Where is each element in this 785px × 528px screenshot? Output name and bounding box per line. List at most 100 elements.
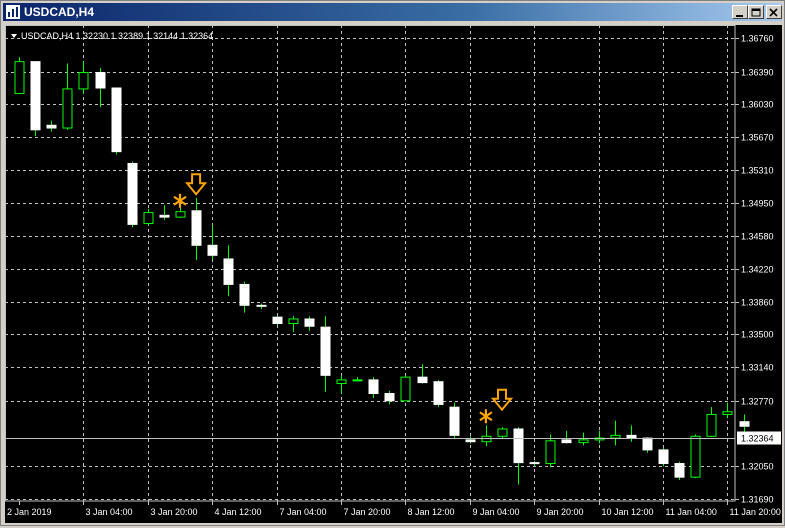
candle-body xyxy=(207,244,218,256)
candle xyxy=(46,120,57,132)
candle xyxy=(400,375,411,402)
candle-body xyxy=(288,318,299,325)
candle xyxy=(336,375,347,394)
candle xyxy=(626,425,637,442)
candle-body xyxy=(336,379,347,385)
candle xyxy=(14,57,25,94)
x-tick-label: 11 Jan 20:00 xyxy=(730,507,781,517)
candle-body xyxy=(62,88,73,129)
candle xyxy=(433,379,444,408)
close-icon xyxy=(769,8,778,17)
candle xyxy=(239,281,250,313)
candle xyxy=(449,402,460,439)
y-tick-label: 1.31690 xyxy=(741,495,774,505)
candle xyxy=(642,437,653,453)
candle xyxy=(288,316,299,332)
candle xyxy=(706,407,717,438)
candle xyxy=(30,61,41,137)
candle xyxy=(722,402,733,419)
candle-body xyxy=(513,428,524,464)
candle-body xyxy=(256,304,267,307)
candle xyxy=(62,63,73,130)
y-tick-label: 1.32050 xyxy=(741,462,774,472)
maximize-button[interactable] xyxy=(748,5,764,19)
y-tick-label: 1.34950 xyxy=(741,199,774,209)
x-tick-label: 11 Jan 04:00 xyxy=(666,507,717,517)
x-tick-label: 9 Jan 20:00 xyxy=(537,507,584,517)
candle-body xyxy=(545,440,556,465)
y-tick-label: 1.35310 xyxy=(741,166,774,176)
x-tick-label: 7 Jan 20:00 xyxy=(344,507,391,517)
candle-body xyxy=(191,210,202,246)
title-bar[interactable]: USDCAD,H4 xyxy=(3,3,782,21)
candle xyxy=(256,303,267,309)
candle xyxy=(674,461,685,480)
candle xyxy=(497,427,508,439)
current-price-label: 1.32364 xyxy=(741,434,774,444)
candle-body xyxy=(352,379,363,382)
candle-body xyxy=(674,463,685,478)
minimize-button[interactable] xyxy=(732,5,748,19)
candle-body xyxy=(159,214,170,218)
candle-body xyxy=(561,439,572,444)
candle-body xyxy=(272,316,283,325)
y-tick-label: 1.36390 xyxy=(741,68,774,78)
candle-body xyxy=(626,434,637,439)
candle-body xyxy=(143,212,154,224)
candle-body xyxy=(384,393,395,402)
candle-body xyxy=(368,379,379,395)
candle xyxy=(191,198,202,260)
y-tick-label: 1.33500 xyxy=(741,330,774,340)
candle xyxy=(658,448,669,467)
down-arrow-icon xyxy=(490,388,514,412)
chart-area[interactable]: 1.36760 1.36390 1.36030 1.35670 1.35310 1.349… xyxy=(5,25,782,523)
minimize-icon xyxy=(736,15,743,17)
candle xyxy=(78,61,89,94)
chart-window: USDCAD,H4 1.36760 1.36390 1.36030 1.35670 1.… xyxy=(0,0,785,526)
candle-body xyxy=(739,421,750,427)
x-tick-label: 10 Jan 12:00 xyxy=(602,507,654,517)
candle xyxy=(159,205,170,220)
maximize-icon xyxy=(751,8,761,17)
chart-header-text: USDCAD,H4 1.32230 1.32389 1.32144 1.3236… xyxy=(21,31,213,41)
candle xyxy=(143,208,154,226)
y-tick-label: 1.33140 xyxy=(741,363,774,373)
x-tick-label: 3 Jan 20:00 xyxy=(151,507,198,517)
y-tick-label: 1.33860 xyxy=(741,298,774,308)
candle xyxy=(384,390,395,405)
candle xyxy=(304,316,315,331)
chart-app-icon xyxy=(6,5,20,19)
candle-body xyxy=(223,258,234,285)
candle xyxy=(594,430,605,444)
symbol-triangle-icon xyxy=(11,34,17,38)
marker-layer xyxy=(173,173,514,424)
y-tick-label: 1.35670 xyxy=(741,133,774,143)
candle-body xyxy=(449,406,460,436)
candle xyxy=(481,425,492,447)
candle-body xyxy=(111,87,122,153)
candle-body xyxy=(706,413,717,437)
candle-body xyxy=(658,449,669,465)
star-icon xyxy=(173,193,187,208)
y-tick-label: 1.32770 xyxy=(741,397,774,407)
candle-body xyxy=(78,72,89,90)
candle-body xyxy=(175,211,186,218)
candle-body xyxy=(497,428,508,437)
candle-body xyxy=(400,376,411,402)
candle-body xyxy=(127,162,138,225)
candle xyxy=(465,436,476,444)
candle xyxy=(95,68,106,108)
candle xyxy=(690,434,701,479)
candlestick-chart[interactable]: 1.36760 1.36390 1.36030 1.35670 1.35310 1.349… xyxy=(5,25,782,523)
x-tick-label: 7 Jan 04:00 xyxy=(280,507,327,517)
candle xyxy=(545,434,556,468)
candle xyxy=(610,420,621,446)
x-tick-label: 8 Jan 12:00 xyxy=(408,507,455,517)
x-tick-label: 3 Jan 04:00 xyxy=(86,507,133,517)
candle-body xyxy=(642,437,653,451)
close-button[interactable] xyxy=(766,5,782,19)
candle-layer xyxy=(14,57,750,485)
down-arrow-icon xyxy=(184,173,208,196)
candle xyxy=(529,460,540,467)
star-icon xyxy=(479,409,493,424)
